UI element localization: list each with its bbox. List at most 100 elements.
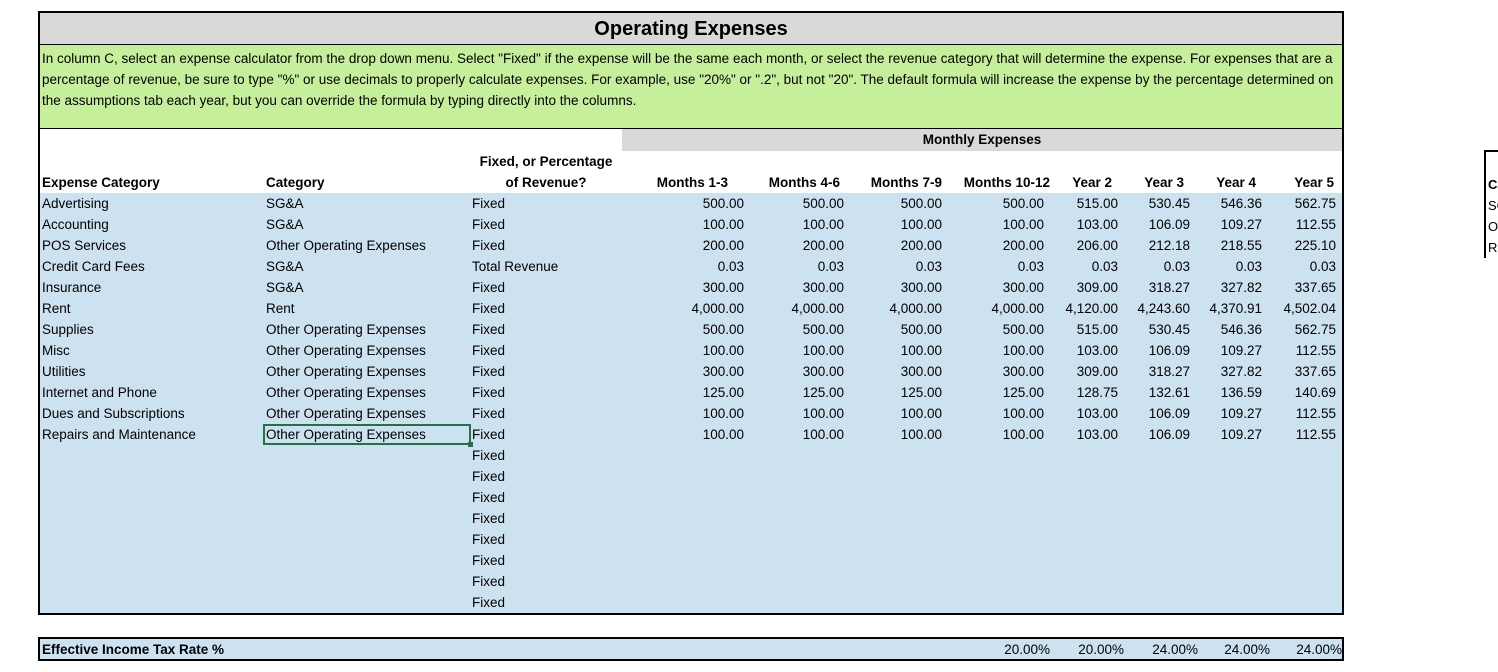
- tax-rate-label[interactable]: Effective Income Tax Rate %: [42, 639, 224, 661]
- cell-category[interactable]: Other Operating Expenses: [266, 361, 471, 382]
- cell-months-4-6[interactable]: 100.00: [744, 403, 844, 424]
- cell-year-4[interactable]: 327.82: [1194, 277, 1262, 298]
- cell-calculator[interactable]: Fixed: [472, 571, 618, 592]
- cell-year-3[interactable]: 106.09: [1122, 214, 1190, 235]
- cell-calculator[interactable]: Fixed: [472, 550, 618, 571]
- cell-months-1-3[interactable]: 300.00: [624, 361, 744, 382]
- cell-year-2[interactable]: [1050, 445, 1118, 466]
- cell-year-3[interactable]: [1122, 466, 1190, 487]
- cell-year-4[interactable]: [1194, 508, 1262, 529]
- cell-year-5[interactable]: 112.55: [1266, 403, 1336, 424]
- cell-year-2[interactable]: 0.03: [1050, 256, 1118, 277]
- cell-year-2[interactable]: 128.75: [1050, 382, 1118, 403]
- cell-category[interactable]: Other Operating Expenses: [266, 382, 471, 403]
- cell-year-5[interactable]: 112.55: [1266, 424, 1336, 445]
- cell-months-10-12[interactable]: 500.00: [946, 319, 1044, 340]
- header-months-4-6[interactable]: Months 4-6: [732, 172, 840, 193]
- cell-year-2[interactable]: 206.00: [1050, 235, 1118, 256]
- cell-calculator[interactable]: Fixed: [472, 424, 618, 445]
- cell-months-1-3[interactable]: 300.00: [624, 277, 744, 298]
- cell-category[interactable]: SG&A: [266, 214, 471, 235]
- cell-expense-category[interactable]: [42, 550, 262, 571]
- cell-expense-category[interactable]: [42, 529, 262, 550]
- header-year-4[interactable]: Year 4: [1190, 172, 1256, 193]
- cell-months-1-3[interactable]: [624, 550, 744, 571]
- cell-year-3[interactable]: 4,243.60: [1122, 298, 1190, 319]
- cell-months-10-12[interactable]: [946, 445, 1044, 466]
- cell-months-1-3[interactable]: [624, 592, 744, 613]
- cell-year-4[interactable]: [1194, 550, 1262, 571]
- cell-year-2[interactable]: [1050, 487, 1118, 508]
- cell-expense-category[interactable]: Rent: [42, 298, 262, 319]
- cell-year-3[interactable]: 318.27: [1122, 361, 1190, 382]
- cell-months-10-12[interactable]: 125.00: [946, 382, 1044, 403]
- cell-months-1-3[interactable]: 100.00: [624, 424, 744, 445]
- cell-months-7-9[interactable]: 100.00: [846, 424, 942, 445]
- cell-year-2[interactable]: 4,120.00: [1050, 298, 1118, 319]
- cell-months-4-6[interactable]: 300.00: [744, 361, 844, 382]
- cell-months-10-12[interactable]: [946, 592, 1044, 613]
- cell-months-4-6[interactable]: 100.00: [744, 214, 844, 235]
- cell-year-5[interactable]: 112.55: [1266, 340, 1336, 361]
- cell-category[interactable]: SG&A: [266, 193, 471, 214]
- cell-category[interactable]: [266, 487, 471, 508]
- cell-months-10-12[interactable]: [946, 571, 1044, 592]
- cell-year-5[interactable]: 562.75: [1266, 193, 1336, 214]
- cell-year-4[interactable]: [1194, 487, 1262, 508]
- cell-expense-category[interactable]: [42, 508, 262, 529]
- cell-months-1-3[interactable]: [624, 508, 744, 529]
- cell-year-2[interactable]: 309.00: [1050, 361, 1118, 382]
- cell-calculator[interactable]: Fixed: [472, 445, 618, 466]
- cell-calculator[interactable]: Fixed: [472, 298, 618, 319]
- cell-months-7-9[interactable]: 4,000.00: [846, 298, 942, 319]
- cell-expense-category[interactable]: Utilities: [42, 361, 262, 382]
- cell-year-2[interactable]: [1050, 592, 1118, 613]
- cell-year-3[interactable]: [1122, 571, 1190, 592]
- cell-year-3[interactable]: [1122, 592, 1190, 613]
- cell-category[interactable]: [266, 508, 471, 529]
- cell-expense-category[interactable]: [42, 466, 262, 487]
- header-year-2[interactable]: Year 2: [1054, 172, 1112, 193]
- cell-months-1-3[interactable]: 100.00: [624, 214, 744, 235]
- cell-months-1-3[interactable]: 4,000.00: [624, 298, 744, 319]
- cell-category[interactable]: [266, 592, 471, 613]
- header-fixed-line2[interactable]: of Revenue?: [476, 172, 616, 193]
- cell-months-10-12[interactable]: [946, 550, 1044, 571]
- cell-year-5[interactable]: [1266, 445, 1336, 466]
- cell-expense-category[interactable]: [42, 487, 262, 508]
- cell-year-5[interactable]: 112.55: [1266, 214, 1336, 235]
- cell-months-4-6[interactable]: 300.00: [744, 277, 844, 298]
- cell-months-1-3[interactable]: 100.00: [624, 340, 744, 361]
- side-panel-item[interactable]: Ot: [1488, 216, 1498, 237]
- tax-rate-year-4[interactable]: 24.00%: [1200, 639, 1270, 661]
- cell-year-2[interactable]: [1050, 508, 1118, 529]
- cell-months-4-6[interactable]: [744, 592, 844, 613]
- cell-months-1-3[interactable]: [624, 466, 744, 487]
- cell-months-4-6[interactable]: 125.00: [744, 382, 844, 403]
- cell-months-1-3[interactable]: 100.00: [624, 403, 744, 424]
- cell-expense-category[interactable]: [42, 571, 262, 592]
- cell-months-10-12[interactable]: [946, 487, 1044, 508]
- cell-months-7-9[interactable]: 500.00: [846, 319, 942, 340]
- cell-months-7-9[interactable]: 100.00: [846, 214, 942, 235]
- tax-rate-months-10-12[interactable]: 20.00%: [948, 639, 1050, 661]
- cell-category[interactable]: [266, 466, 471, 487]
- cell-months-4-6[interactable]: 0.03: [744, 256, 844, 277]
- cell-calculator[interactable]: Fixed: [472, 487, 618, 508]
- cell-category[interactable]: Other Operating Expenses: [266, 235, 471, 256]
- cell-category[interactable]: [266, 445, 471, 466]
- cell-expense-category[interactable]: Dues and Subscriptions: [42, 403, 262, 424]
- cell-year-3[interactable]: [1122, 529, 1190, 550]
- header-months-7-9[interactable]: Months 7-9: [844, 172, 942, 193]
- cell-months-10-12[interactable]: 100.00: [946, 424, 1044, 445]
- cell-calculator[interactable]: Fixed: [472, 319, 618, 340]
- cell-months-4-6[interactable]: [744, 550, 844, 571]
- cell-months-1-3[interactable]: [624, 445, 744, 466]
- cell-category[interactable]: Other Operating Expenses: [266, 340, 471, 361]
- side-panel-item[interactable]: Re: [1488, 237, 1498, 258]
- cell-year-4[interactable]: [1194, 445, 1262, 466]
- cell-year-3[interactable]: 0.03: [1122, 256, 1190, 277]
- cell-months-4-6[interactable]: 4,000.00: [744, 298, 844, 319]
- cell-months-10-12[interactable]: [946, 508, 1044, 529]
- cell-year-4[interactable]: 109.27: [1194, 340, 1262, 361]
